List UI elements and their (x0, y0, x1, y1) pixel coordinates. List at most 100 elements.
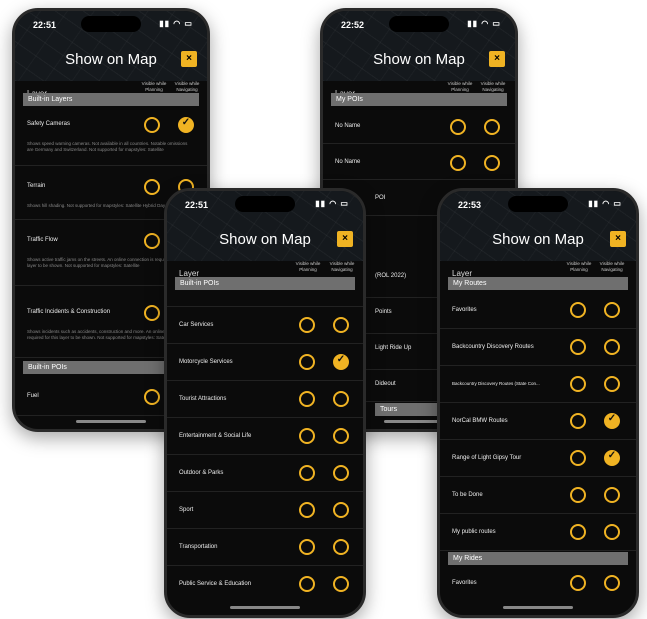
planning-radio[interactable] (570, 376, 586, 392)
section-my-pois: My POIs (331, 93, 507, 106)
signal-wifi-battery-icon: ▮▮ ◠ ▭ (467, 19, 501, 28)
planning-radio[interactable] (450, 155, 466, 171)
col-navigating: Visible while Navigating (599, 261, 625, 272)
route-row: Range of Light Gipsy Tour (440, 439, 636, 477)
navigating-radio[interactable] (604, 575, 620, 591)
row-label: To be Done (452, 492, 483, 498)
planning-radio[interactable] (570, 450, 586, 466)
route-row: Favorites (440, 291, 636, 329)
row-label: (ROL 2022) (375, 273, 407, 279)
navigating-radio[interactable] (333, 428, 349, 444)
modal-title: Show on Map (492, 231, 584, 248)
close-button[interactable]: × (610, 231, 626, 247)
planning-radio[interactable] (144, 179, 160, 195)
col-navigating: Visible while Navigating (174, 81, 200, 92)
modal-header: Show on Map × (440, 221, 636, 261)
planning-radio[interactable] (299, 465, 315, 481)
modal-header: Show on Map × (167, 221, 363, 261)
navigating-radio[interactable] (604, 339, 620, 355)
planning-radio[interactable] (299, 428, 315, 444)
close-button[interactable]: × (337, 231, 353, 247)
planning-radio[interactable] (144, 117, 160, 133)
navigating-radio[interactable] (484, 119, 500, 135)
close-button[interactable]: × (489, 51, 505, 67)
status-time: 22:52 (341, 20, 365, 30)
planning-radio[interactable] (570, 487, 586, 503)
planning-radio[interactable] (570, 339, 586, 355)
planning-radio[interactable] (299, 576, 315, 592)
planning-radio[interactable] (299, 539, 315, 555)
planning-radio[interactable] (299, 391, 315, 407)
route-row: NorCal BMW Routes (440, 402, 636, 440)
close-button[interactable]: × (181, 51, 197, 67)
status-time: 22:53 (458, 200, 482, 210)
navigating-radio-checked[interactable] (333, 354, 349, 370)
navigating-radio[interactable] (604, 376, 620, 392)
poi-row: Motorcycle Services (167, 343, 363, 381)
home-indicator (503, 606, 573, 609)
row-label: Favorites (452, 307, 477, 313)
poi-row: Transportation (167, 528, 363, 566)
planning-radio[interactable] (144, 233, 160, 249)
modal-title: Show on Map (373, 51, 465, 68)
navigating-radio[interactable] (333, 317, 349, 333)
modal-title: Show on Map (219, 231, 311, 248)
row-label: Outdoor & Parks (179, 470, 224, 476)
status-bar: 22:52 ▮▮ ◠ ▭ (323, 11, 515, 39)
row-label: No Name (335, 123, 361, 129)
row-label: Motorcycle Services (179, 359, 233, 365)
poi-row: Sport (167, 491, 363, 529)
navigating-radio-checked[interactable] (604, 413, 620, 429)
poi-row: Entertainment & Social Life (167, 417, 363, 455)
planning-radio[interactable] (570, 524, 586, 540)
navigating-radio[interactable] (333, 576, 349, 592)
col-planning: Visible while Planning (141, 81, 167, 92)
navigating-radio-checked[interactable] (604, 450, 620, 466)
status-bar: 22:53 ▮▮ ◠ ▭ (440, 191, 636, 219)
navigating-radio[interactable] (333, 502, 349, 518)
planning-radio[interactable] (570, 575, 586, 591)
status-time: 22:51 (185, 200, 209, 210)
status-bar: 22:51 ▮▮ ◠ ▭ (167, 191, 363, 219)
planning-radio[interactable] (570, 413, 586, 429)
status-time: 22:51 (33, 20, 57, 30)
row-label: Backcountry Discovery Routes (State Con.… (452, 381, 540, 386)
route-row: Backcountry Discovery Routes (State Con.… (440, 365, 636, 403)
row-label: Terrain (27, 183, 46, 189)
planning-radio[interactable] (570, 302, 586, 318)
navigating-radio[interactable] (604, 302, 620, 318)
row-label: Traffic Flow (27, 237, 58, 243)
row-label: Sport (179, 507, 194, 513)
row-label: Safety Cameras (27, 121, 71, 127)
planning-radio[interactable] (144, 389, 160, 405)
navigating-radio[interactable] (333, 465, 349, 481)
planning-radio[interactable] (450, 119, 466, 135)
poi-row: Tourist Attractions (167, 380, 363, 418)
row-description: Shows speed warning cameras. Not availab… (27, 141, 188, 152)
navigating-radio[interactable] (604, 487, 620, 503)
route-row: Favorites (440, 566, 636, 602)
planning-radio[interactable] (299, 502, 315, 518)
row-label: POI (375, 195, 386, 201)
planning-radio[interactable] (299, 354, 315, 370)
route-row: Backcountry Discovery Routes (440, 328, 636, 366)
col-planning: Visible while Planning (566, 261, 592, 272)
modal-header: Show on Map × (15, 41, 207, 81)
row-label: Points (375, 309, 392, 315)
row-label: Light Ride Up (375, 345, 412, 351)
navigating-radio[interactable] (604, 524, 620, 540)
poi-row: Car Services (167, 306, 363, 344)
navigating-radio[interactable] (333, 391, 349, 407)
route-row: My public routes (440, 513, 636, 551)
section-built-in-layers: Built-in Layers (23, 93, 199, 106)
row-label: Favorites (452, 580, 477, 586)
navigating-radio-checked[interactable] (178, 117, 194, 133)
layer-row: Safety Cameras Shows speed warning camer… (15, 107, 207, 166)
navigating-radio[interactable] (484, 155, 500, 171)
layer-row: No Name (323, 143, 515, 180)
navigating-radio[interactable] (333, 539, 349, 555)
planning-radio[interactable] (299, 317, 315, 333)
section-built-in-pois: Built-in POIs (175, 277, 355, 290)
section-my-routes: My Routes (448, 277, 628, 290)
planning-radio[interactable] (144, 305, 160, 321)
